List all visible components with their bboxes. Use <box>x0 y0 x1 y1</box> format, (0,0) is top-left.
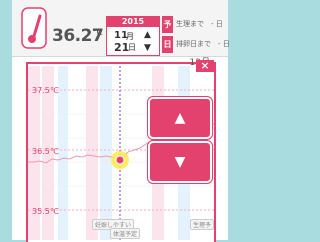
cycle-status: 予 生理まで - 日 日 排卵日まで - 日 <box>162 16 230 54</box>
app-header: 36.27 °C 2015 11 月 21 日 ▲ ▼ 予 生理まで - 日 日… <box>12 0 230 57</box>
period-countdown: 予 生理まで - 日 <box>162 16 224 33</box>
scheduled-temp-tag: 体温予定 <box>110 228 141 239</box>
y-label-35-5: 35.5℃ <box>32 207 59 216</box>
fertile-band <box>100 66 112 240</box>
period-text: 生理まで - 日 <box>176 20 223 28</box>
down-arrow-icon: ▼ <box>174 154 186 170</box>
period-tag: 予 <box>162 16 173 33</box>
temperature-unit: °C <box>92 28 103 38</box>
selected-point[interactable] <box>115 155 125 165</box>
temperature-up-button[interactable]: ▲ <box>148 97 212 139</box>
ovulation-countdown: 日 排卵日まで - 日 <box>162 36 230 53</box>
y-label-37-5: 37.5℃ <box>32 86 59 95</box>
y-label-36-5: 36.5℃ <box>32 147 59 156</box>
ovulation-text: 排卵日まで - 日 <box>176 40 230 48</box>
year-label: 2015 <box>107 17 159 27</box>
period-band <box>86 66 98 240</box>
fertile-band <box>58 66 68 240</box>
date-down-arrow-icon[interactable]: ▼ <box>144 43 151 53</box>
date-up-arrow-icon[interactable]: ▲ <box>144 30 151 40</box>
month-bar: 12月 <box>26 56 216 68</box>
thermometer-icon[interactable] <box>20 6 48 50</box>
period-expected-tag: 生理予 <box>190 219 215 230</box>
ovulation-tag: 日 <box>162 36 173 53</box>
temperature-down-button[interactable]: ▼ <box>148 141 212 183</box>
date-selector[interactable]: 2015 11 月 21 日 ▲ ▼ <box>106 16 160 56</box>
day-unit: 日 <box>128 43 136 52</box>
up-arrow-icon: ▲ <box>174 110 186 126</box>
